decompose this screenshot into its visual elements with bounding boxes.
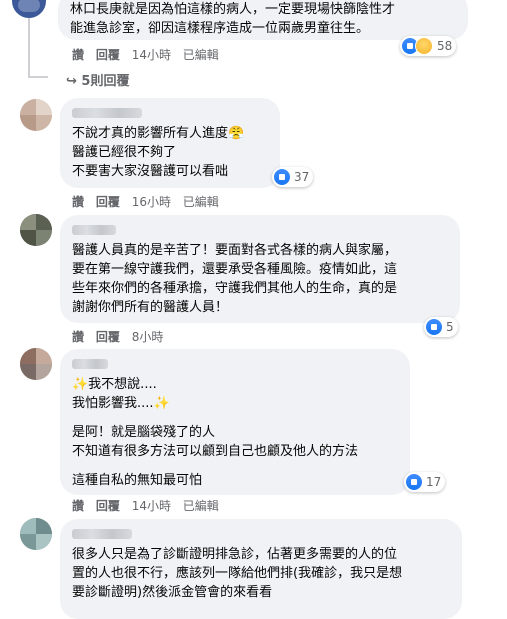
reply-button[interactable]: 回覆 xyxy=(96,195,120,209)
avatar[interactable] xyxy=(20,99,52,131)
like-button[interactable]: 讚 xyxy=(72,330,84,344)
comment-text: 些年來你們的各種承擔，守護我們其他人的生命，真的是 xyxy=(72,281,398,296)
comment-bubble: 不說才真的影響所有人進度😤 醫護已經很不夠了 不要害大家沒醫護可以看咄 xyxy=(60,98,280,188)
reply-button[interactable]: 回覆 xyxy=(96,48,120,62)
comment-text: 不知道有很多方法可以顧到自己也顧及他人的方法 xyxy=(72,444,359,459)
timestamp[interactable]: 8小時 xyxy=(132,330,164,344)
author-name[interactable] xyxy=(72,225,116,235)
comment-bubble: 很多人只是為了診斷證明排急診，佔著更多需要的人的位 置的人也很不行，應該列一隊給… xyxy=(60,519,462,619)
sad-icon xyxy=(415,37,433,55)
reaction-count: 17 xyxy=(426,475,442,489)
author-name[interactable] xyxy=(72,108,142,118)
comment-text: 我怕影響我....✨ xyxy=(72,396,170,411)
reaction-summary[interactable]: 37 xyxy=(272,167,314,187)
comment-text: 醫護人員真的是辛苦了！要面對各式各樣的病人與家屬， xyxy=(72,243,398,258)
thread-connector xyxy=(28,18,30,78)
like-button[interactable]: 讚 xyxy=(72,48,84,62)
reaction-count: 58 xyxy=(437,39,453,53)
reply-button[interactable]: 回覆 xyxy=(96,330,120,344)
comment-text: 林口長庚就是因為怕這樣的病人，一定要現場快篩陰性才 xyxy=(70,2,396,17)
edited-label: 已編輯 xyxy=(182,48,219,62)
edited-label: 已編輯 xyxy=(182,195,219,209)
comment-text: ✨我不想說.... xyxy=(72,377,157,392)
comment-actions: 讚 回覆 14小時 已編輯 xyxy=(72,46,227,63)
reaction-summary[interactable]: 5 xyxy=(424,317,458,337)
timestamp[interactable]: 16小時 xyxy=(132,195,171,209)
view-replies-link[interactable]: ↪ 5則回覆 xyxy=(66,70,129,89)
reply-arrow-icon: ↪ xyxy=(66,74,82,89)
comment-actions: 讚 回覆 16小時 已編輯 xyxy=(72,193,227,210)
like-icon xyxy=(274,169,290,185)
edited-label: 已編輯 xyxy=(182,499,219,513)
like-button[interactable]: 讚 xyxy=(72,195,84,209)
reply-button[interactable]: 回覆 xyxy=(96,499,120,513)
comment-text: 醫護已經很不夠了 xyxy=(72,145,177,160)
like-icon xyxy=(406,474,422,490)
comment-text: 是阿！就是腦袋殘了的人 xyxy=(72,425,216,440)
thread-connector xyxy=(28,76,48,78)
comment-text: 這種自私的無知最可怕 xyxy=(72,473,203,488)
avatar[interactable] xyxy=(20,518,52,550)
comment-bubble: 林口長庚就是因為怕這樣的病人，一定要現場快篩陰性才 能進急診室，卻因這樣程序造成… xyxy=(58,0,468,40)
timestamp[interactable]: 14小時 xyxy=(132,499,171,513)
comment-text: 要在第一線守護我們，還要承受各種風險。疫情如此，這 xyxy=(72,262,398,277)
comment-text: 要診斷證明)然後派金管會的來看看 xyxy=(72,585,273,600)
comment-bubble: ✨我不想說.... 我怕影響我....✨ 是阿！就是腦袋殘了的人 不知道有很多方… xyxy=(60,349,410,495)
comment-actions: 讚 回覆 14小時 已編輯 xyxy=(72,497,227,514)
comment-bubble: 醫護人員真的是辛苦了！要面對各式各樣的病人與家屬， 要在第一線守護我們，還要承受… xyxy=(60,215,460,323)
like-button[interactable]: 讚 xyxy=(72,499,84,513)
comment-text: 不要害大家沒醫護可以看咄 xyxy=(72,164,229,179)
reaction-summary[interactable]: 17 xyxy=(404,472,446,492)
reaction-count: 37 xyxy=(294,170,310,184)
comment-text: 置的人也很不行，應該列一隊給他們排(我確診，我只是想 xyxy=(72,566,403,581)
author-name[interactable] xyxy=(72,359,108,369)
comment-text: 很多人只是為了診斷證明排急診，佔著更多需要的人的位 xyxy=(72,547,398,562)
reaction-count: 5 xyxy=(446,320,454,334)
like-icon xyxy=(426,319,442,335)
reaction-summary[interactable]: 58 xyxy=(400,36,457,56)
timestamp[interactable]: 14小時 xyxy=(132,48,171,62)
comment-text: 能進急診室，卻因這樣程序造成一位兩歲男童往生。 xyxy=(70,21,370,36)
comment-text: 謝謝你們所有的醫護人員！ xyxy=(72,300,229,315)
author-name[interactable] xyxy=(72,529,132,539)
avatar[interactable] xyxy=(20,214,52,246)
avatar[interactable] xyxy=(12,0,46,18)
avatar[interactable] xyxy=(20,348,52,380)
comment-text: 不說才真的影響所有人進度😤 xyxy=(72,126,245,141)
comment-actions: 讚 回覆 8小時 xyxy=(72,328,171,345)
